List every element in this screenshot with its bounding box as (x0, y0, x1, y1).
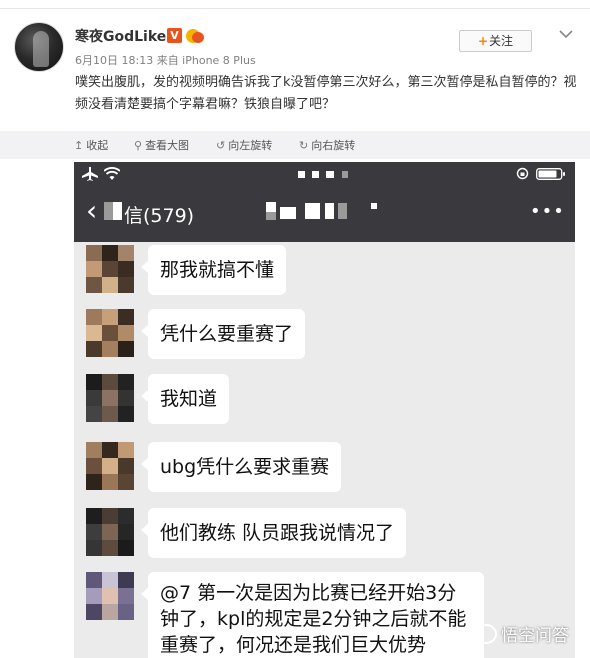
plus-icon: + (477, 34, 489, 48)
collapse-button[interactable]: ↥ 收起 (74, 137, 108, 153)
zoom-icon: ⚲ (134, 139, 143, 152)
avatar (86, 309, 134, 357)
censor-block (104, 202, 113, 211)
chat-title: 信(579) (124, 205, 195, 227)
censor-block (326, 171, 334, 178)
member-level-icon (186, 27, 204, 44)
rotate-right-button[interactable]: ↻ 向右旋转 (299, 137, 355, 153)
censor-block (342, 171, 348, 178)
avatar[interactable] (14, 22, 64, 72)
message-bubble[interactable]: 我知道 (140, 374, 230, 424)
censor-block (280, 207, 296, 219)
rotate-right-label: 向右旋转 (311, 139, 356, 152)
censor-block (298, 171, 305, 178)
watermark-text: 悟空问答 (501, 626, 569, 646)
post-header: 寒夜GodLike V 6月10日 18:13 来自 iPhone 8 Plus… (0, 0, 590, 120)
lock-rotation-icon (516, 167, 529, 180)
censor-block (312, 171, 319, 178)
censor-block (338, 203, 347, 219)
back-icon[interactable]: ‹ (86, 196, 97, 226)
message-bubble[interactable]: 他们教练 队员跟我说情况了 (140, 508, 407, 558)
username[interactable]: 寒夜GodLike (75, 26, 166, 46)
view-large-label: 查看大图 (145, 139, 190, 152)
verified-icon: V (167, 28, 182, 43)
avatar (86, 508, 134, 556)
message-bubble[interactable]: 凭什么要重赛了 (140, 309, 306, 359)
more-icon[interactable]: ••• (530, 201, 565, 222)
image-toolbar: ↥ 收起 ⚲ 查看大图 ↺ 向左旋转 ↻ 向右旋转 (0, 131, 590, 159)
avatar (86, 245, 134, 293)
avatar (86, 374, 134, 422)
censor-block (266, 212, 276, 220)
chat-screenshot[interactable]: ‹ 信(579) ••• 那我就搞不懂 凭什么要重赛了 我知道 ubg凭什么要求… (74, 162, 575, 658)
rotate-left-label: 向左旋转 (228, 139, 273, 152)
censor-block (325, 203, 334, 219)
message-bubble[interactable]: @7 第一次是因为比赛已经开始3分钟了，kpl的规定是2分钟之后就不能重赛了，何… (141, 572, 484, 658)
censor-block (266, 202, 276, 212)
chat-nav-bar: ‹ 信(579) ••• (74, 186, 575, 242)
view-large-button[interactable]: ⚲ 查看大图 (134, 137, 189, 153)
follow-button[interactable]: +关注 (459, 30, 532, 52)
airplane-icon (82, 167, 98, 181)
phone-status-bar (74, 162, 575, 186)
censor-block (305, 203, 320, 219)
avatar (86, 572, 134, 620)
wukong-logo-icon (475, 624, 497, 644)
avatar (86, 442, 134, 490)
censor-block (371, 203, 377, 209)
follow-label: 关注 (489, 34, 514, 48)
message-bubble[interactable]: 那我就搞不懂 (140, 245, 287, 295)
post-meta: 6月10日 18:13 来自 iPhone 8 Plus (75, 54, 256, 67)
watermark: 悟空问答 (475, 624, 585, 648)
censor-block (104, 211, 113, 220)
rotate-left-button[interactable]: ↺ 向左旋转 (216, 137, 272, 153)
rotate-left-icon: ↺ (216, 139, 226, 152)
censor-block (113, 211, 122, 220)
censor-block (113, 202, 122, 211)
collapse-label: 收起 (86, 139, 109, 152)
message-bubble[interactable]: ubg凭什么要求重赛 (140, 442, 342, 492)
rotate-right-icon: ↻ (299, 139, 309, 152)
wifi-icon (104, 167, 120, 180)
collapse-icon: ↥ (74, 139, 84, 152)
chevron-down-icon[interactable] (558, 28, 574, 40)
post-text: 噗笑出腹肌，发的视频明确告诉我了k没暂停第三次好么，第三次暂停是私自暂停的？视频… (75, 75, 577, 112)
battery-icon (536, 168, 565, 180)
